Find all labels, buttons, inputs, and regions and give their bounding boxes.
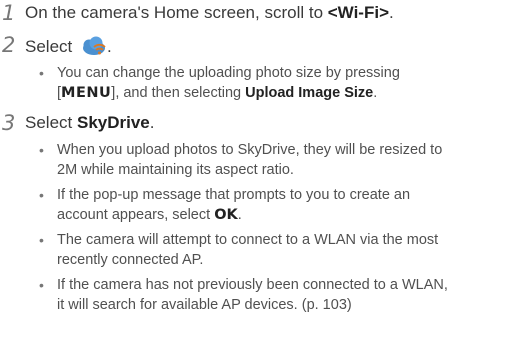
note-line: If the pop-up message that prompts to yo… [57,187,411,203]
note-line: account appears, select [57,207,215,223]
step-text-suffix: . [149,113,155,132]
note-item: • The camera will attempt to connect to … [39,230,507,270]
note-line: When you upload photos to SkyDrive, they… [57,142,443,158]
step-3-notes: • When you upload photos to SkyDrive, th… [39,140,507,315]
bullet-icon: • [39,187,44,203]
step-text-suffix: . [106,37,112,56]
step-text: Select SkyDrive. [25,113,155,133]
bullet-icon: • [39,232,44,248]
instruction-page: 1 On the camera's Home screen, scroll to… [0,0,507,355]
step-text-prefix: On the camera's Home screen, scroll to [25,3,328,22]
note-line: recently connected AP. [57,252,204,268]
note-item: • If the pop-up message that prompts to … [39,185,507,225]
step-text: On the camera's Home screen, scroll to <… [25,3,394,23]
skydrive-label: SkyDrive [76,113,150,132]
step-number: 3 [2,111,16,135]
note-line: If the camera has not previously been co… [57,277,448,293]
note-text: , and then selecting [115,85,246,101]
note-text: . [237,207,242,223]
ok-key-label: OK [214,207,238,223]
menu-key-label: MENU [61,85,112,101]
step-text-prefix: Select [25,37,77,56]
note-line: 2M while maintaining its aspect ratio. [57,162,294,178]
step-number: 2 [2,33,16,57]
note-item: • When you upload photos to SkyDrive, th… [39,140,507,180]
wifi-cloud-icon [81,35,107,57]
step-2-notes: • You can change the uploading photo siz… [39,63,507,103]
bullet-icon: • [39,142,44,158]
note-item: • You can change the uploading photo siz… [39,63,507,103]
note-text: . [373,85,378,101]
wifi-menu-label: <Wi-Fi> [327,3,389,22]
note-line: it will search for available AP devices.… [57,297,352,313]
upload-image-size-label: Upload Image Size [245,85,374,101]
bullet-icon: • [39,277,44,293]
step-text-prefix: Select [25,113,77,132]
step-text: Select . [25,35,112,57]
note-item: • If the camera has not previously been … [39,275,507,315]
note-line: You can change the uploading photo size … [57,65,400,81]
step-number: 1 [2,1,16,25]
step-text-suffix: . [389,3,394,22]
note-line: The camera will attempt to connect to a … [57,232,439,248]
bullet-icon: • [39,65,44,81]
